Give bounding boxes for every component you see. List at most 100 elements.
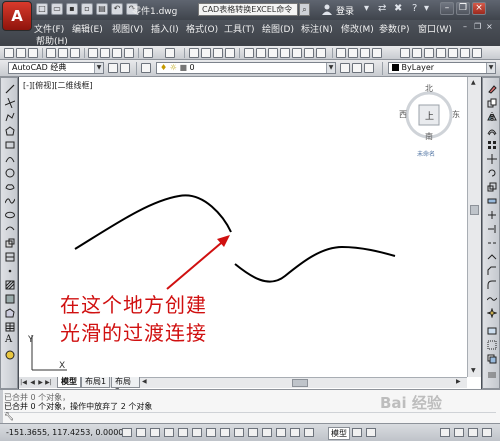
grid-icon[interactable] bbox=[150, 428, 160, 437]
fillet-icon[interactable] bbox=[487, 280, 497, 290]
help-icon[interactable] bbox=[316, 48, 326, 58]
chevron-down-icon[interactable]: ▾ bbox=[424, 3, 429, 14]
horizontal-scroll-thumb[interactable] bbox=[292, 379, 308, 387]
second-curve[interactable] bbox=[234, 245, 396, 283]
zoom-previous-icon[interactable] bbox=[225, 48, 235, 58]
clean-screen-icon[interactable] bbox=[482, 428, 492, 437]
toolbar-grip-icon[interactable] bbox=[487, 370, 497, 380]
3d-osnap-icon[interactable] bbox=[206, 428, 216, 437]
copy-object-icon[interactable] bbox=[487, 98, 497, 108]
design-center-icon[interactable] bbox=[256, 48, 266, 58]
match-properties-icon[interactable] bbox=[124, 48, 134, 58]
first-tab-icon[interactable]: |◀ bbox=[20, 378, 27, 387]
layer-properties-icon[interactable] bbox=[400, 48, 410, 58]
communication-center-icon[interactable]: ✖ bbox=[394, 3, 402, 14]
lock-ui-icon[interactable] bbox=[468, 428, 478, 437]
vertical-scrollbar[interactable]: ▲ ▼ bbox=[467, 77, 481, 377]
selection-cycling-icon[interactable] bbox=[304, 428, 314, 437]
open-icon[interactable] bbox=[16, 48, 26, 58]
restore-button[interactable]: ❐ bbox=[456, 2, 470, 15]
layer-tool-icon[interactable] bbox=[487, 326, 497, 336]
vertical-scroll-thumb[interactable] bbox=[470, 205, 479, 215]
tab-model[interactable]: 模型 bbox=[57, 377, 81, 388]
print-icon[interactable] bbox=[46, 48, 56, 58]
chevron-down-icon[interactable]: ▾ bbox=[364, 3, 369, 14]
workspace-switching-icon[interactable] bbox=[454, 428, 464, 437]
quick-properties-icon[interactable] bbox=[290, 428, 300, 437]
menu-format[interactable]: 格式(O) bbox=[186, 22, 218, 35]
wrench-icon[interactable]: 🔧︎ bbox=[4, 412, 14, 421]
menu-dimension[interactable]: 标注(N) bbox=[301, 22, 333, 35]
ellipse-arc-icon[interactable] bbox=[5, 224, 15, 234]
open-file-icon[interactable]: ▭ bbox=[51, 3, 63, 15]
blend-curves-icon[interactable] bbox=[487, 294, 497, 304]
workspace-settings-icon[interactable] bbox=[108, 63, 118, 73]
quick-view-layouts-icon[interactable] bbox=[352, 428, 362, 437]
command-line-grip[interactable] bbox=[0, 390, 3, 424]
text-style-icon[interactable] bbox=[336, 48, 346, 58]
group-icon[interactable] bbox=[487, 340, 497, 350]
more-icon[interactable] bbox=[472, 48, 482, 58]
menu-view[interactable]: 视图(V) bbox=[112, 22, 143, 35]
first-curve[interactable] bbox=[74, 194, 232, 250]
sheet-set-icon[interactable] bbox=[280, 48, 290, 58]
rotate-icon[interactable] bbox=[487, 168, 497, 178]
polar-icon[interactable] bbox=[178, 428, 188, 437]
table-icon[interactable] bbox=[5, 322, 15, 332]
scroll-up-icon[interactable]: ▲ bbox=[471, 79, 476, 86]
cut-icon[interactable] bbox=[88, 48, 98, 58]
region-icon[interactable] bbox=[5, 308, 15, 318]
save-as-icon[interactable]: ▫ bbox=[81, 3, 93, 15]
menu-tools[interactable]: 工具(T) bbox=[224, 22, 255, 35]
workspace-dropdown[interactable]: AutoCAD 经典 ▼ bbox=[8, 62, 104, 74]
scroll-down-icon[interactable]: ▼ bbox=[471, 367, 476, 374]
paste-icon[interactable] bbox=[112, 48, 122, 58]
transparency-icon[interactable] bbox=[276, 428, 286, 437]
application-menu-button[interactable]: A bbox=[2, 1, 32, 31]
doc-minimize-icon[interactable]: – bbox=[463, 22, 467, 31]
doc-restore-icon[interactable]: ❐ bbox=[474, 22, 481, 31]
new-file-icon[interactable]: □ bbox=[36, 3, 48, 15]
lineweight-icon[interactable] bbox=[448, 48, 458, 58]
ortho-icon[interactable] bbox=[164, 428, 174, 437]
extend-icon[interactable] bbox=[487, 224, 497, 234]
exchange-icon[interactable]: ⇄ bbox=[378, 3, 386, 14]
zoom-window-icon[interactable] bbox=[213, 48, 223, 58]
layer-dropdown[interactable]: ♦ ☼ ■ 0 ▼ bbox=[156, 62, 336, 74]
gradient-icon[interactable] bbox=[5, 294, 15, 304]
mirror-icon[interactable] bbox=[487, 112, 497, 122]
explode-icon[interactable] bbox=[487, 308, 497, 318]
table-style-icon[interactable] bbox=[360, 48, 370, 58]
insert-block-icon[interactable] bbox=[5, 238, 15, 248]
workspace-save-icon[interactable] bbox=[120, 63, 130, 73]
quickcalc-icon[interactable] bbox=[304, 48, 314, 58]
snap-icon[interactable] bbox=[136, 428, 146, 437]
menu-draw[interactable]: 绘图(D) bbox=[262, 22, 294, 35]
model-space-toggle[interactable]: 模型 bbox=[328, 427, 350, 440]
coordinate-readout[interactable]: -151.3655, 117.4253, 0.0000 bbox=[6, 428, 123, 437]
search-input[interactable]: CAD表格转换EXCEL命令 bbox=[198, 3, 298, 16]
dynamic-input-icon[interactable] bbox=[248, 428, 258, 437]
draworder-icon[interactable] bbox=[487, 354, 497, 364]
new-icon[interactable] bbox=[4, 48, 14, 58]
layer-match-icon[interactable] bbox=[352, 63, 362, 73]
trim-icon[interactable] bbox=[487, 210, 497, 220]
menu-parametric[interactable]: 参数(P) bbox=[379, 22, 409, 35]
tab-layout1[interactable]: 布局1 bbox=[81, 377, 111, 388]
hatch-icon[interactable] bbox=[5, 280, 15, 290]
otrack-icon[interactable] bbox=[220, 428, 230, 437]
plot-style-icon[interactable] bbox=[460, 48, 470, 58]
revision-cloud-icon[interactable] bbox=[5, 182, 15, 192]
undo-icon[interactable] bbox=[143, 48, 153, 58]
ducs-icon[interactable] bbox=[234, 428, 244, 437]
break-icon[interactable] bbox=[487, 238, 497, 248]
scale-icon[interactable] bbox=[487, 182, 497, 192]
next-tab-icon[interactable]: ▶ bbox=[37, 378, 44, 387]
menu-edit[interactable]: 编辑(E) bbox=[72, 22, 103, 35]
array-icon[interactable] bbox=[487, 140, 497, 150]
minimize-button[interactable]: – bbox=[440, 2, 454, 15]
help-icon[interactable]: ? bbox=[412, 3, 417, 14]
layer-manager-icon[interactable] bbox=[141, 63, 151, 73]
menu-window[interactable]: 窗口(W) bbox=[418, 22, 452, 35]
polyline-icon[interactable] bbox=[5, 112, 15, 122]
